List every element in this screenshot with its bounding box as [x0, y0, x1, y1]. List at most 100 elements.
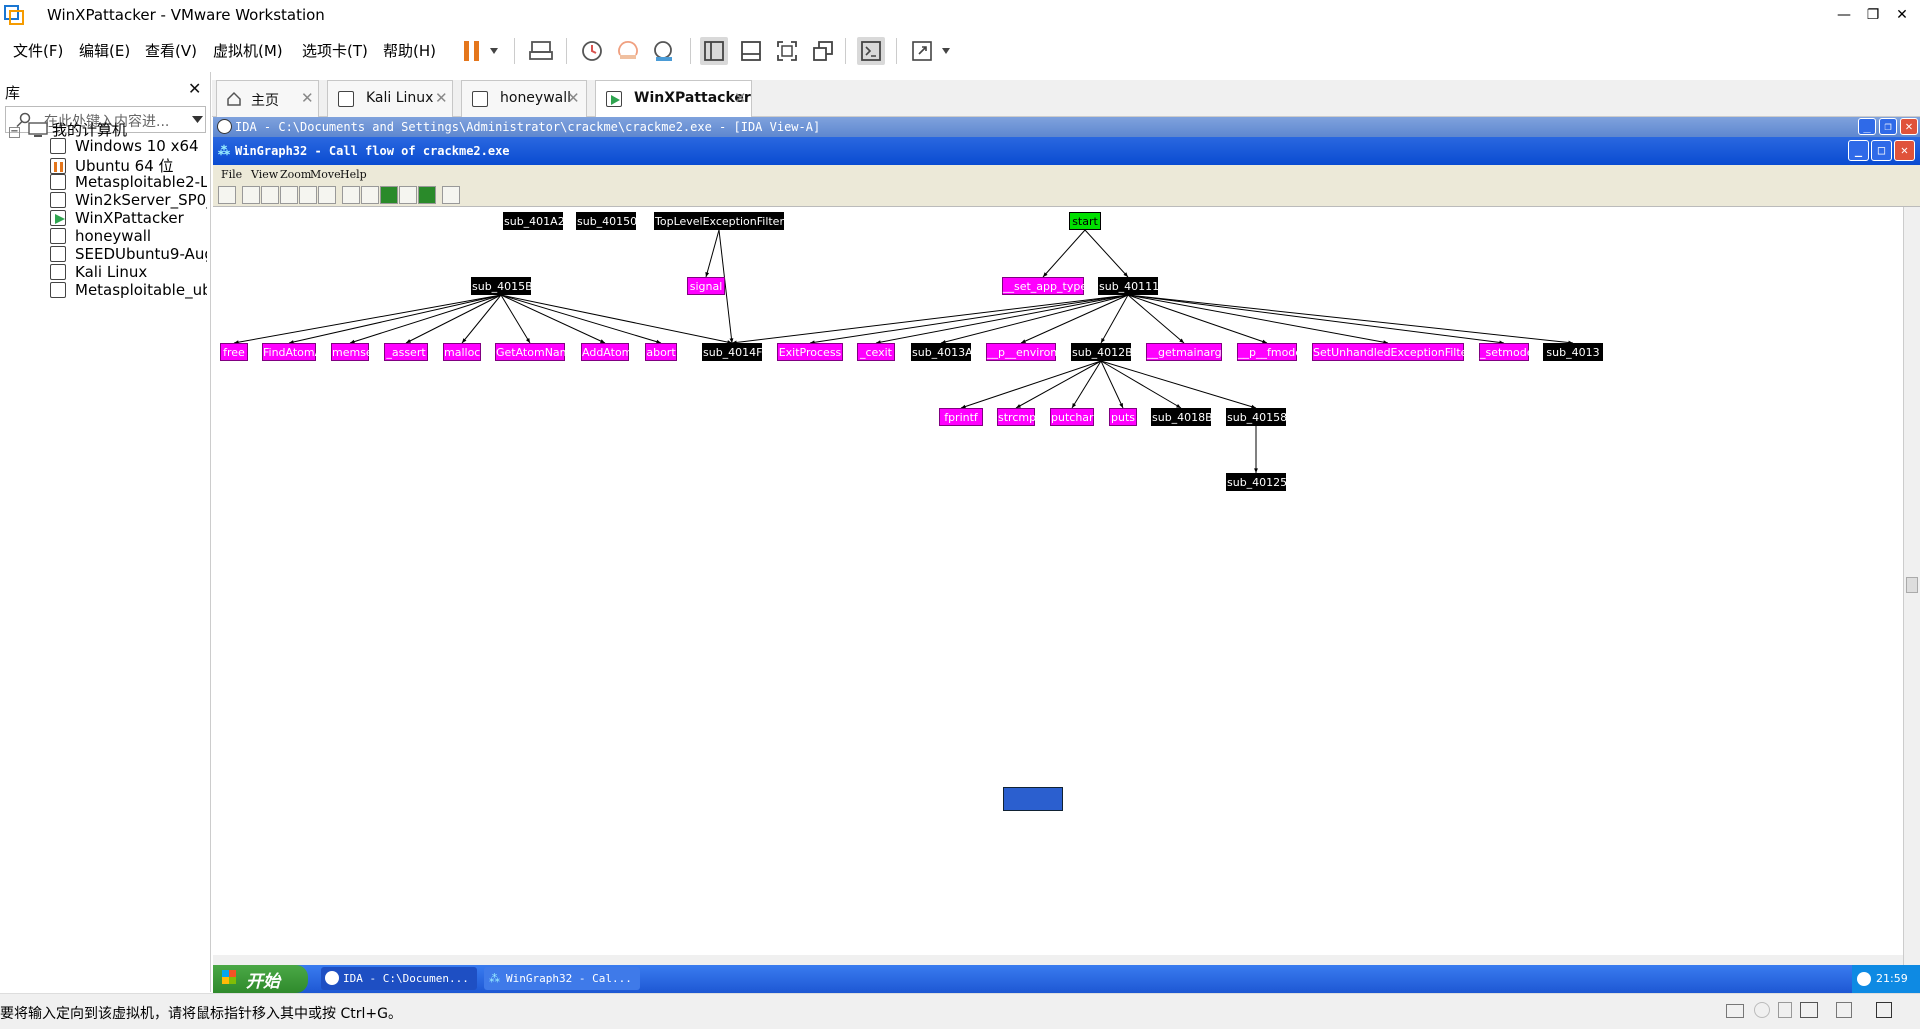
graph-node[interactable]: free — [220, 343, 248, 361]
revert-snapshot-icon[interactable] — [614, 37, 642, 65]
dropdown-arrow-icon[interactable] — [486, 37, 502, 65]
menu-vm[interactable]: 虚拟机(M) — [213, 40, 283, 61]
collapse-icon[interactable]: − — [9, 127, 20, 138]
graph-node[interactable]: GetAtomNameA — [495, 343, 585, 361]
graph-node[interactable]: __p__environ — [986, 343, 1057, 361]
graph-node[interactable]: sub_401A20 — [503, 212, 572, 230]
call-graph-canvas[interactable]: sub_401A20 sub_401500 TopLevelExceptionFil… — [213, 207, 1903, 965]
thumbnail-view-icon[interactable] — [737, 37, 765, 65]
graph-horizontal-scrollbar[interactable] — [213, 955, 1903, 965]
graph-node[interactable]: start — [1069, 212, 1101, 230]
graph-node[interactable]: sub_4014F0 — [702, 343, 770, 361]
hdd-icon[interactable] — [1726, 1004, 1744, 1018]
wingraph-maximize-button[interactable]: □ — [1871, 140, 1892, 161]
start-button[interactable]: 开始 — [213, 965, 308, 993]
graph-node[interactable]: sub_4018B0 — [1151, 408, 1220, 426]
graph-node[interactable]: sub_4013 — [1543, 343, 1603, 361]
close-tab-icon[interactable]: ✕ — [435, 89, 448, 107]
pause-icon[interactable] — [458, 37, 486, 65]
zoom-in-icon[interactable] — [242, 186, 260, 204]
graph-node[interactable]: puts — [1109, 408, 1137, 426]
graph-node[interactable]: __set_app_type — [1002, 277, 1087, 295]
graph-node[interactable]: malloc — [443, 343, 481, 361]
sidebar-view-icon[interactable] — [700, 37, 728, 65]
fit-icon[interactable] — [280, 186, 298, 204]
graph-node[interactable]: sub_401500 — [576, 212, 644, 230]
graph-node[interactable]: SetUnhandledExceptionFilter — [1312, 343, 1472, 361]
console-icon[interactable] — [857, 37, 885, 65]
vm-list-item[interactable]: Metasploitable_ub — [50, 281, 207, 299]
close-window-button[interactable]: ✕ — [1882, 2, 1920, 28]
graph-node[interactable]: _assert — [384, 343, 428, 361]
task-wingraph[interactable]: ⁂ WinGraph32 - Cal... — [484, 967, 640, 990]
graph-node[interactable]: _cexit — [857, 343, 895, 361]
tab-kali-linux[interactable]: Kali Linux ✕ — [327, 80, 453, 117]
wg-menu-file[interactable]: File — [221, 168, 242, 181]
usb-icon[interactable] — [1876, 1002, 1892, 1018]
graph-node[interactable]: _setmode — [1479, 343, 1534, 361]
vm-list-item[interactable]: Kali Linux — [50, 263, 207, 281]
graph-node[interactable]: putchar — [1050, 408, 1094, 426]
graph-node[interactable]: ExitProcess — [777, 343, 843, 361]
vm-list-item[interactable]: honeywall — [50, 227, 207, 245]
unity-icon[interactable] — [809, 37, 837, 65]
network-icon[interactable] — [1800, 1002, 1818, 1018]
graph-node[interactable]: signal — [687, 277, 725, 295]
graph-node[interactable]: abort — [645, 343, 677, 361]
print-icon[interactable] — [218, 186, 236, 204]
guest-screen[interactable]: IDA - C:\Documents and Settings\Administ… — [213, 117, 1920, 993]
zoom-out-icon[interactable] — [261, 186, 279, 204]
graph-node[interactable]: __p__fmode — [1237, 343, 1302, 361]
scroll-thumb[interactable] — [1906, 577, 1918, 593]
origin-icon[interactable] — [318, 186, 336, 204]
menu-tabs[interactable]: 选项卡(T) — [302, 40, 368, 61]
wg-menu-view[interactable]: View — [251, 168, 278, 181]
close-tab-icon[interactable]: ✕ — [301, 89, 314, 107]
vm-list-item[interactable]: Metasploitable2-L — [50, 173, 207, 191]
ida-minimize-button[interactable]: _ — [1858, 118, 1876, 135]
send-keys-icon[interactable] — [527, 37, 555, 65]
graph-node[interactable]: strcmp — [997, 408, 1036, 426]
fullscreen-icon[interactable] — [773, 37, 801, 65]
graph-node[interactable]: fprintf — [939, 408, 983, 426]
message-icon[interactable] — [1836, 1002, 1852, 1018]
wingraph-close-button[interactable]: ✕ — [1894, 140, 1915, 161]
vm-list-item[interactable]: WinXPattacker — [50, 209, 207, 227]
zoom-100-icon[interactable] — [299, 186, 317, 204]
ida-restore-button[interactable]: ❐ — [1879, 118, 1897, 135]
vm-list-item[interactable]: Win2kServer_SP0_ — [50, 191, 207, 209]
vm-list-item[interactable]: Windows 10 x64 — [50, 137, 207, 155]
hide-icon[interactable] — [418, 186, 436, 204]
menu-help[interactable]: 帮助(H) — [383, 40, 436, 61]
vm-list-item[interactable]: SEEDUbuntu9-Aug — [50, 245, 207, 263]
ida-close-button[interactable]: ✕ — [1900, 118, 1918, 135]
folding-icon[interactable] — [380, 186, 398, 204]
floppy-icon[interactable] — [1778, 1002, 1792, 1018]
task-ida[interactable]: IDA - C:\Documen... — [321, 967, 477, 990]
layout-icon[interactable] — [342, 186, 360, 204]
graph-vertical-scrollbar[interactable] — [1903, 207, 1920, 965]
menu-view[interactable]: 查看(V) — [145, 40, 197, 61]
wg-menu-help[interactable]: Help — [340, 168, 367, 181]
menu-file[interactable]: 文件(F) — [13, 40, 63, 61]
wg-menu-zoom[interactable]: Zoom — [280, 168, 311, 181]
close-tab-icon[interactable]: ✕ — [567, 89, 580, 107]
focus-icon[interactable] — [361, 186, 379, 204]
floating-toolbar[interactable] — [1003, 787, 1063, 811]
graph-node[interactable]: sub_401580 — [1226, 408, 1294, 426]
graph-node[interactable]: sub_4012B0 — [1071, 343, 1140, 361]
wingraph-minimize-button[interactable]: _ — [1848, 140, 1869, 161]
graph-node[interactable]: sub_4013A0 — [911, 343, 980, 361]
snapshot-icon[interactable] — [578, 37, 606, 65]
tab-honeywall[interactable]: honeywall ✕ — [461, 80, 587, 117]
graph-node[interactable]: sub_4015B0 — [471, 277, 540, 295]
move-icon[interactable] — [442, 186, 460, 204]
tray-icon[interactable] — [1857, 972, 1871, 986]
expose-icon[interactable] — [399, 186, 417, 204]
dropdown-arrow-icon[interactable] — [938, 37, 954, 65]
tab-home[interactable]: 主页 ✕ — [216, 80, 319, 117]
graph-node[interactable]: __getmainargs — [1146, 343, 1227, 361]
cdrom-icon[interactable] — [1754, 1002, 1770, 1018]
search-dropdown-icon[interactable] — [192, 116, 203, 124]
tab-winxpattacker[interactable]: WinXPattacker ✕ — [595, 80, 752, 118]
